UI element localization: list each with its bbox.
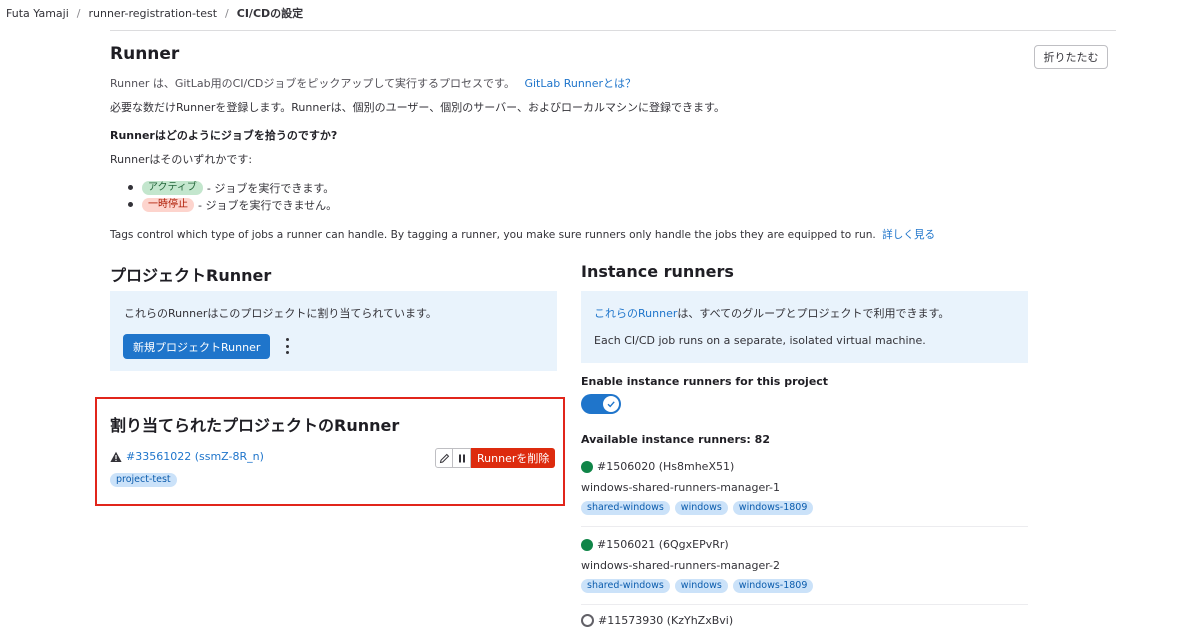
instance-info-text: は、すべてのグループとプロジェクトで利用できます。 xyxy=(677,307,950,320)
breadcrumb-current: CI/CDの設定 xyxy=(236,7,304,20)
runner-tag: shared-windows xyxy=(581,579,670,593)
assigned-runner-row: #33561022 (ssmZ-8R_n) xyxy=(110,450,264,463)
offline-status-icon xyxy=(581,614,594,627)
toggle-label: Enable instance runners for this project xyxy=(581,375,829,388)
more-actions-icon[interactable] xyxy=(284,338,290,354)
active-badge: アクティブ xyxy=(142,180,203,195)
instance-runners-info: これらのRunnerは、すべてのグループとプロジェクトで利用できます。 Each… xyxy=(581,291,1028,363)
intro-description: Runner は、GitLab用のCI/CDジョブをピックアップして実行するプロ… xyxy=(110,77,515,90)
bullet xyxy=(128,202,133,207)
instance-runners-toggle[interactable] xyxy=(581,394,621,414)
breadcrumb-separator: / xyxy=(76,6,81,20)
project-runners-info: これらのRunnerはこのプロジェクトに割り当てられています。 xyxy=(110,291,557,371)
bullet xyxy=(128,185,133,190)
header-divider xyxy=(110,30,1116,31)
runner-id-line: #1506021 (6QgxEPvRr) xyxy=(581,538,813,551)
pencil-icon xyxy=(439,453,449,463)
check-icon xyxy=(607,401,615,408)
runner-actions: Runnerを削除 xyxy=(435,448,556,468)
runner-tag: windows-1809 xyxy=(732,501,814,515)
list-item: #1506021 (6QgxEPvRr) windows-shared-runn… xyxy=(581,538,814,593)
runner-id: #11573930 (KzYhZxBvi) xyxy=(598,614,734,627)
online-status-icon xyxy=(581,538,593,551)
pause-button[interactable] xyxy=(453,448,471,468)
runner-tag: windows xyxy=(674,579,728,593)
either-text: Runnerはそのいずれかです: xyxy=(110,153,253,166)
runner-id-line: #11573930 (KzYhZxBvi) xyxy=(581,614,733,627)
list-item: 一時停止 - ジョブを実行できません。 xyxy=(128,196,337,213)
warning-icon xyxy=(110,451,122,462)
online-status-icon xyxy=(581,460,593,473)
available-count: Available instance runners: 82 xyxy=(581,433,770,446)
instance-info-line: これらのRunnerは、すべてのグループとプロジェクトで利用できます。 xyxy=(594,305,949,321)
paused-description: - ジョブを実行できません。 xyxy=(198,198,338,212)
collapse-button[interactable]: 折りたたむ xyxy=(1034,45,1108,69)
instance-info-text2: Each CI/CD job runs on a separate, isola… xyxy=(594,334,926,347)
question-heading: Runnerはどのようにジョブを拾うのですか? xyxy=(110,129,338,142)
learn-more-link[interactable]: 詳しく見る xyxy=(882,229,935,241)
runner-id-line: #1506020 (Hs8mheX51) xyxy=(581,460,813,473)
breadcrumb-separator: / xyxy=(225,6,229,20)
runner-tag: project-test xyxy=(110,473,177,487)
runner-name: windows-shared-runners-manager-1 xyxy=(581,481,781,494)
remove-runner-button[interactable]: Runnerを削除 xyxy=(471,448,556,468)
what-is-runner-link[interactable]: GitLab Runnerとは？ xyxy=(524,77,636,90)
tags-description: Tags control which type of jobs a runner… xyxy=(110,229,876,241)
assigned-runner-link[interactable]: #33561022 (ssmZ-8R_n) xyxy=(126,450,264,463)
toggle-knob xyxy=(603,396,619,412)
tags-text: Tags control which type of jobs a runner… xyxy=(110,227,935,242)
assigned-runners-title: 割り当てられたプロジェクトのRunner xyxy=(110,416,400,435)
intro-text: Runner は、GitLab用のCI/CDジョブをピックアップして実行するプロ… xyxy=(110,75,636,91)
breadcrumb: Futa Yamaji / runner-registration-test /… xyxy=(6,5,303,21)
runner-id: #1506020 (Hs8mheX51) xyxy=(597,460,735,473)
runner-states-list: アクティブ - ジョブを実行できます。 一時停止 - ジョブを実行できません。 xyxy=(128,179,337,213)
list-divider xyxy=(581,604,1028,605)
edit-button[interactable] xyxy=(435,448,453,468)
breadcrumb-project[interactable]: runner-registration-test xyxy=(88,7,217,20)
section-title: Runner xyxy=(110,44,180,64)
runner-id: #1506021 (6QgxEPvRr) xyxy=(597,538,729,551)
runner-tag: windows xyxy=(674,501,728,515)
active-description: - ジョブを実行できます。 xyxy=(206,181,335,195)
breadcrumb-user[interactable]: Futa Yamaji xyxy=(6,7,69,20)
instance-runners-title: Instance runners xyxy=(581,262,734,281)
these-runners-link[interactable]: これらのRunner xyxy=(594,307,677,320)
list-item: #11573930 (KzYhZxBvi) xyxy=(581,614,733,627)
list-divider xyxy=(581,526,1028,527)
pause-icon xyxy=(458,454,465,462)
runner-tags: shared-windows windows windows-1809 xyxy=(581,501,814,515)
runner-tags: shared-windows windows windows-1809 xyxy=(581,579,814,593)
project-runners-info-text: これらのRunnerはこのプロジェクトに割り当てられています。 xyxy=(124,307,437,320)
runner-tag: shared-windows xyxy=(581,501,670,515)
list-item: アクティブ - ジョブを実行できます。 xyxy=(128,179,337,196)
runner-name: windows-shared-runners-manager-2 xyxy=(581,559,781,572)
list-item: #1506020 (Hs8mheX51) windows-shared-runn… xyxy=(581,460,814,515)
register-text: 必要な数だけRunnerを登録します。Runnerは、個別のユーザー、個別のサー… xyxy=(110,101,725,114)
runner-tag: windows-1809 xyxy=(732,579,814,593)
new-project-runner-button[interactable]: 新規プロジェクトRunner xyxy=(123,334,271,359)
project-runners-title: プロジェクトRunner xyxy=(110,266,272,285)
paused-badge: 一時停止 xyxy=(142,197,194,212)
